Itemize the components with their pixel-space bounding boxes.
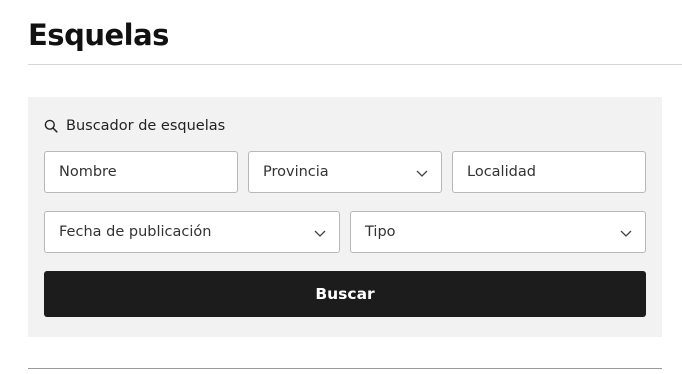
title-divider [28,64,682,65]
nombre-placeholder: Nombre [59,164,117,180]
provincia-select[interactable]: Provincia [248,151,442,193]
search-panel-heading: Buscador de esquelas [66,118,226,134]
obituary-search-panel: Buscador de esquelas Nombre Provincia Lo… [28,97,662,337]
chevron-down-icon [620,230,632,237]
chevron-down-icon [314,230,326,237]
search-submit-label: Buscar [315,285,375,303]
search-icon [44,119,58,133]
page-title: Esquelas [28,18,169,52]
localidad-placeholder: Localidad [467,164,536,180]
provincia-selected-value: Provincia [263,164,329,180]
chevron-down-icon [416,170,428,177]
search-submit-button[interactable]: Buscar [44,271,646,317]
fecha-publicacion-select[interactable]: Fecha de publicación [44,211,340,253]
search-panel-header: Buscador de esquelas [44,118,225,134]
nombre-input[interactable]: Nombre [44,151,238,193]
tipo-selected-value: Tipo [365,224,396,240]
localidad-input[interactable]: Localidad [452,151,646,193]
tipo-select[interactable]: Tipo [350,211,646,253]
fecha-selected-value: Fecha de publicación [59,224,212,240]
bottom-divider [28,368,662,369]
